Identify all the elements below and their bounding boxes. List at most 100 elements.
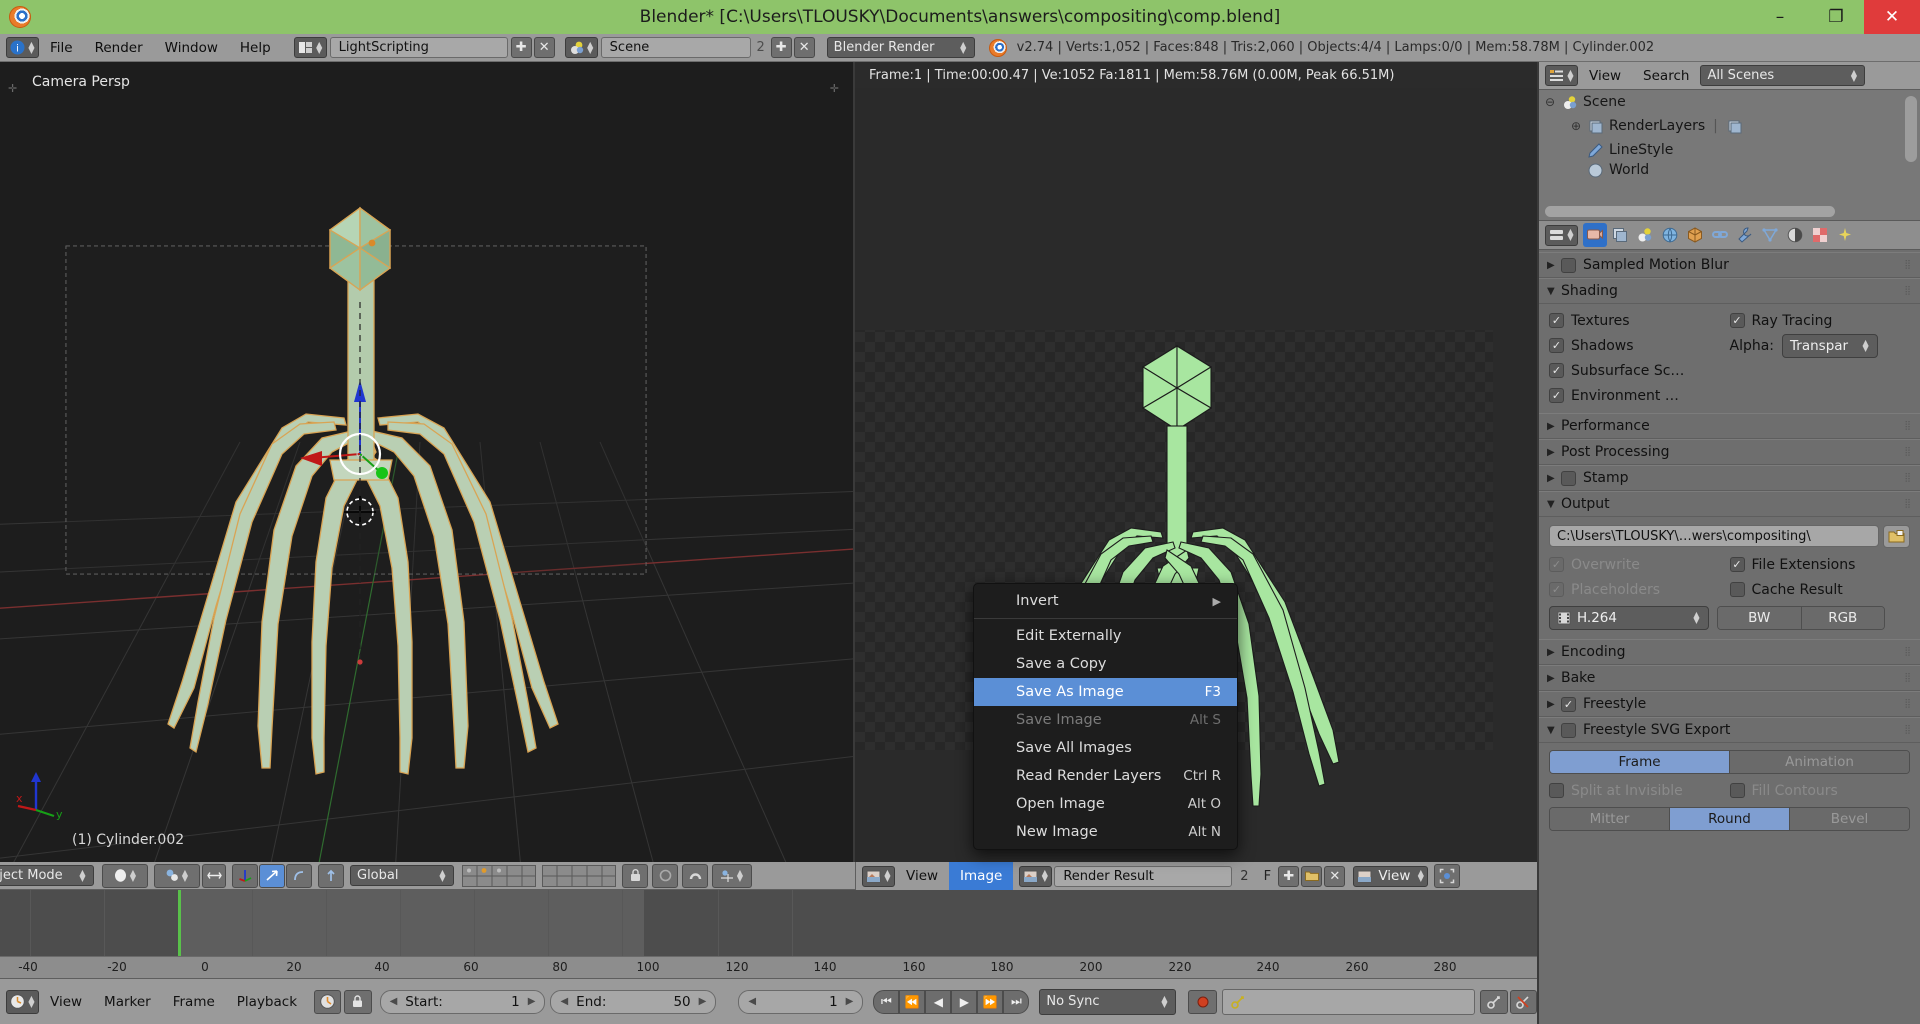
menu-item-edit-externally[interactable]: Edit Externally [974,622,1237,650]
minimize-button[interactable]: – [1752,0,1808,34]
menu-item-read-render-layers[interactable]: Read Render Layers Ctrl R [974,762,1237,790]
play-button[interactable]: ▶ [951,989,978,1014]
delete-scene-button[interactable]: ✕ [793,37,815,58]
image-context-menu[interactable]: Invert ▶ Edit Externally Save a Copy Sav… [973,583,1238,850]
output-browse-button[interactable] [1883,524,1910,548]
previous-keyframe-button[interactable]: ⏪ [899,989,926,1014]
image-name-field[interactable]: Render Result [1054,865,1233,887]
subsurface-scattering-checkbox[interactable]: ✓ [1549,363,1564,378]
panel-post-processing[interactable]: ▶ Post Processing ⣿ [1539,439,1920,465]
menu-item-new-image[interactable]: New Image Alt N [974,818,1237,846]
playback-transport-controls[interactable]: ⏮ ⏪ ◀ ▶ ⏩ ⏭ [873,989,1030,1014]
line-join-mitter[interactable]: Mitter [1550,808,1670,830]
add-screen-layout-button[interactable]: ✚ [510,37,532,58]
line-join-bevel[interactable]: Bevel [1790,808,1909,830]
timeline-menu-marker[interactable]: Marker [93,988,162,1016]
image-editor-menu-view[interactable]: View [895,862,949,890]
collapse-icon[interactable]: ⊖ [1545,95,1561,109]
properties-tab-bar[interactable]: ▲ ▼ [1539,220,1920,250]
outliner-row-linestyle[interactable]: LineStyle [1539,138,1920,162]
add-scene-button[interactable]: ✚ [770,37,792,58]
split-at-invisible-checkbox[interactable]: ✓ [1549,783,1564,798]
current-frame-arrow-right[interactable]: ▶ [846,996,854,1007]
fake-user-button[interactable]: F [1256,869,1278,884]
freestyle-svg-export-checkbox[interactable]: ✓ [1561,722,1576,738]
properties-tab-scene[interactable] [1633,223,1657,247]
panel-stamp[interactable]: ▶ ✓ Stamp ⣿ [1539,465,1920,491]
image-datablock-selector[interactable]: ▲ ▼ [1019,865,1053,887]
panel-output[interactable]: ▼ Output ⣿ [1539,491,1920,517]
maximize-button[interactable]: ❐ [1808,0,1864,34]
properties-tab-render[interactable] [1583,223,1607,247]
expand-icon[interactable]: ⊕ [1571,119,1587,133]
render-slot-selector[interactable]: View ▲ ▼ [1353,865,1429,887]
properties-tab-constraints[interactable] [1708,223,1732,247]
3d-viewport[interactable]: Camera Persp (1) Cylinder.002 ✛ ✛ x y [0,62,853,862]
translate-manipulator-button[interactable] [232,863,258,888]
textures-option[interactable]: ✓ Textures [1549,313,1730,329]
menu-render[interactable]: Render [84,34,154,62]
panel-encoding[interactable]: ▶ Encoding ⣿ [1539,639,1920,665]
sss-option[interactable]: ✓ Subsurface Sc… [1549,363,1730,379]
line-join-round[interactable]: Round [1670,808,1790,830]
properties-tab-data[interactable] [1758,223,1782,247]
image-pivot-button[interactable] [1434,864,1461,888]
screen-layout-name[interactable]: LightScripting [329,37,508,58]
outliner-row-scene[interactable]: ⊖ Scene [1539,90,1920,114]
fill-contours-option[interactable]: ✓ Fill Contours [1729,783,1911,799]
outliner-vertical-scrollbar[interactable] [1905,96,1917,162]
cache-result-checkbox[interactable]: ✓ [1729,582,1745,597]
panel-bake[interactable]: ▶ Bake ⣿ [1539,665,1920,691]
frame-end-arrow-left[interactable]: ◀ [560,996,568,1007]
sync-mode-dropdown[interactable]: No Sync ▲ ▼ [1039,988,1176,1015]
current-frame-arrow-left[interactable]: ◀ [748,996,756,1007]
shadows-option[interactable]: ✓ Shadows [1549,338,1730,354]
next-keyframe-button[interactable]: ⏩ [977,989,1004,1014]
panel-sampled-motion-blur[interactable]: ▶ ✓ Sampled Motion Blur ⣿ [1539,252,1920,278]
menu-item-save-a-copy[interactable]: Save a Copy [974,650,1237,678]
menu-item-invert[interactable]: Invert ▶ [974,587,1237,615]
auto-keyframe-button[interactable] [1187,989,1218,1014]
properties-tab-world[interactable] [1658,223,1682,247]
scene-layers-widget[interactable] [462,864,536,887]
panel-performance[interactable]: ▶ Performance ⣿ [1539,413,1920,439]
outliner-tree[interactable]: ⊖ Scene ⊕ RenderLayers | LineStyle World [1539,90,1920,220]
keying-set-field[interactable] [1222,988,1476,1015]
close-button[interactable]: ✕ [1864,0,1920,34]
file-extensions-checkbox[interactable]: ✓ [1729,557,1745,572]
outliner-row-world[interactable]: World [1539,162,1920,178]
timeline-playhead[interactable] [178,890,181,956]
environment-option[interactable]: ✓ Environment … [1549,388,1730,404]
properties-tab-modifiers[interactable] [1733,223,1757,247]
lock-to-scene-button[interactable] [622,863,648,888]
outliner-display-mode[interactable]: All Scenes ▲ ▼ [1700,65,1866,86]
outliner-menu-view[interactable]: View [1578,62,1632,90]
frame-start-arrow-right[interactable]: ▶ [528,996,536,1007]
output-path-field[interactable]: C:\Users\TLOUSKY\…wers\compositing\ [1549,525,1879,547]
manipulator-handle-button[interactable] [318,863,344,888]
manipulator-toggle[interactable] [202,863,226,888]
frame-end-field[interactable]: ◀ End: 50 ▶ [550,989,717,1014]
panel-shading[interactable]: ▼ Shading ⣿ [1539,278,1920,304]
viewport-tool-shelf-toggle[interactable]: ✛ [8,82,17,95]
environment-lighting-checkbox[interactable]: ✓ [1549,388,1564,403]
viewport-shading-selector[interactable]: ▲ ▼ [102,863,148,888]
ray-tracing-checkbox[interactable]: ✓ [1729,313,1745,328]
fill-contours-checkbox[interactable]: ✓ [1729,783,1745,798]
menu-help[interactable]: Help [229,34,282,62]
jump-to-start-button[interactable]: ⏮ [873,989,900,1014]
cache-result-option[interactable]: ✓ Cache Result [1729,582,1911,598]
svg-mode-animation[interactable]: Animation [1730,751,1909,773]
timeline-editor[interactable]: -40 -20 0 20 40 60 80 100 120 140 160 18… [0,890,1537,978]
file-format-dropdown[interactable]: H.264 ▲ ▼ [1549,606,1709,630]
screen-layout-selector[interactable]: ▲ ▼ [293,37,327,58]
jump-to-end-button[interactable]: ⏭ [1003,989,1030,1014]
properties-tab-render-layers[interactable] [1608,223,1632,247]
line-join-selector[interactable]: Mitter Round Bevel [1549,807,1910,831]
image-editor-type-selector[interactable]: ▲ ▼ [862,865,895,887]
outliner-menu-search[interactable]: Search [1632,62,1700,90]
frame-start-arrow-left[interactable]: ◀ [390,996,398,1007]
render-engine-selector[interactable]: Blender Render ▲ ▼ [826,37,975,58]
properties-tab-material[interactable] [1783,223,1807,247]
outliner-editor-type-selector[interactable]: ▲ ▼ [1545,65,1578,86]
